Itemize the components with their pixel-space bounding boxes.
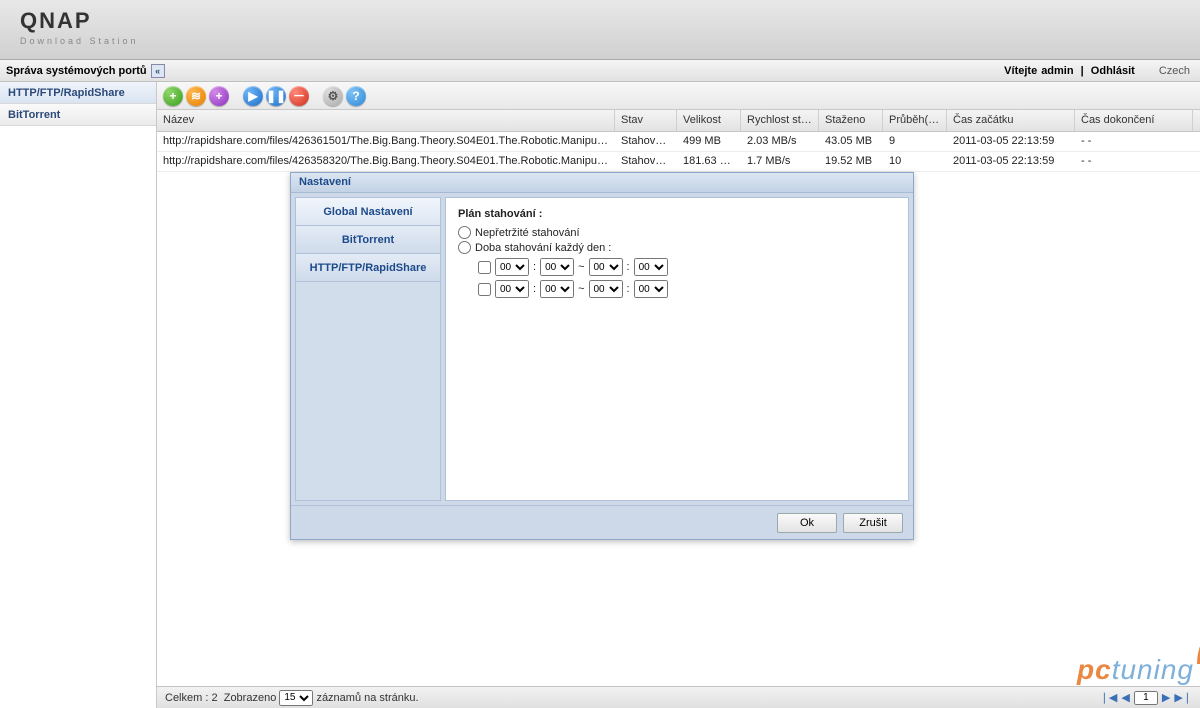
dialog-nav-http-ftp-rapidshare[interactable]: HTTP/FTP/RapidShare	[296, 254, 440, 282]
time-row1-hh1[interactable]: 00	[495, 258, 529, 276]
dialog-nav-global[interactable]: Global Nastavení	[296, 198, 440, 226]
settings-icon[interactable]: ⚙	[323, 86, 343, 106]
cell-prog: 10	[883, 152, 947, 171]
col-speed[interactable]: Rychlost stahov...	[741, 110, 819, 131]
sidebar-item-http-ftp-rapidshare[interactable]: HTTP/FTP/RapidShare	[0, 82, 156, 104]
cell-name: http://rapidshare.com/files/426361501/Th…	[157, 132, 615, 151]
pager: ❘◀ ◀ ▶ ▶❘	[1100, 691, 1192, 705]
logout-link[interactable]: Odhlásit	[1091, 65, 1135, 77]
sidebar: HTTP/FTP/RapidShare BitTorrent	[0, 82, 157, 708]
radio-daily[interactable]	[458, 241, 471, 254]
top-bar: Správa systémových portů « Vítejte admin…	[0, 60, 1200, 82]
settings-dialog: Nastavení Global Nastavení BitTorrent HT…	[290, 172, 914, 540]
rss-icon[interactable]: ≋	[186, 86, 206, 106]
pager-last-icon[interactable]: ▶❘	[1174, 691, 1192, 704]
time-row2-hh1[interactable]: 00	[495, 280, 529, 298]
time-row1-enable[interactable]	[478, 261, 491, 274]
cell-start: 2011-03-05 22:13:59	[947, 132, 1075, 151]
current-user: admin	[1041, 65, 1073, 77]
stop-icon[interactable]: －	[289, 86, 309, 106]
total-label: Celkem :	[165, 692, 208, 704]
time-row2-mm2[interactable]: 00	[634, 280, 668, 298]
status-bar: Celkem : 2 Zobrazeno 15 záznamů na strán…	[157, 686, 1200, 708]
cell-speed: 2.03 MB/s	[741, 132, 819, 151]
cell-prog: 9	[883, 132, 947, 151]
cell-status: Stahování	[615, 132, 677, 151]
shown-label: Zobrazeno	[224, 692, 277, 704]
time-row1-hh2[interactable]: 00	[589, 258, 623, 276]
col-start-time[interactable]: Čas začátku	[947, 110, 1075, 131]
col-size[interactable]: Velikost	[677, 110, 741, 131]
col-progress[interactable]: Průběh(%)	[883, 110, 947, 131]
dialog-nav: Global Nastavení BitTorrent HTTP/FTP/Rap…	[295, 197, 441, 501]
cell-down: 19.52 MB	[819, 152, 883, 171]
grid-header: Název Stav Velikost Rychlost stahov... S…	[157, 110, 1200, 132]
brand-logo: QNAP	[20, 8, 1180, 34]
radio-daily-label: Doba stahování každý den :	[475, 242, 611, 254]
cell-status: Stahování	[615, 152, 677, 171]
col-name[interactable]: Název	[157, 110, 615, 131]
pager-first-icon[interactable]: ❘◀	[1100, 691, 1118, 704]
pager-next-icon[interactable]: ▶	[1162, 691, 1170, 704]
dialog-nav-bittorrent[interactable]: BitTorrent	[296, 226, 440, 254]
ok-button[interactable]: Ok	[777, 513, 837, 533]
dialog-title: Nastavení	[291, 173, 913, 193]
cell-speed: 1.7 MB/s	[741, 152, 819, 171]
col-end-time[interactable]: Čas dokončení	[1075, 110, 1193, 131]
time-row1-mm2[interactable]: 00	[634, 258, 668, 276]
schedule-title: Plán stahování :	[458, 208, 896, 220]
page-size-select[interactable]: 15	[279, 690, 313, 706]
dialog-content: Plán stahování : Nepřetržité stahování D…	[445, 197, 909, 501]
pause-icon[interactable]: ❚❚	[266, 86, 286, 106]
cell-down: 43.05 MB	[819, 132, 883, 151]
time-row2-hh2[interactable]: 00	[589, 280, 623, 298]
cell-end: - -	[1075, 152, 1193, 171]
cell-name: http://rapidshare.com/files/426358320/Th…	[157, 152, 615, 171]
grid-body: http://rapidshare.com/files/426361501/Th…	[157, 132, 1200, 172]
play-icon[interactable]: ▶	[243, 86, 263, 106]
total-count: 2	[211, 692, 217, 704]
col-downloaded[interactable]: Staženo	[819, 110, 883, 131]
panel-title: Správa systémových portů	[6, 65, 147, 77]
cell-size: 499 MB	[677, 132, 741, 151]
collapse-sidebar-icon[interactable]: «	[151, 64, 165, 78]
welcome-prefix: Vítejte	[1004, 65, 1037, 77]
radio-continuous-label: Nepřetržité stahování	[475, 227, 580, 239]
app-header: QNAP Download Station	[0, 0, 1200, 60]
dialog-footer: Ok Zrušit	[291, 505, 913, 539]
time-row2-enable[interactable]	[478, 283, 491, 296]
cell-size: 181.63 MB	[677, 152, 741, 171]
add-icon[interactable]: +	[163, 86, 183, 106]
toolbar: + ≋ + ▶ ❚❚ － ⚙ ?	[157, 82, 1200, 110]
cancel-button[interactable]: Zrušit	[843, 513, 903, 533]
cell-start: 2011-03-05 22:13:59	[947, 152, 1075, 171]
brand-subtitle: Download Station	[20, 36, 1180, 46]
language-selector[interactable]: Czech	[1159, 65, 1190, 77]
radio-continuous[interactable]	[458, 226, 471, 239]
table-row[interactable]: http://rapidshare.com/files/426361501/Th…	[157, 132, 1200, 152]
sidebar-item-bittorrent[interactable]: BitTorrent	[0, 104, 156, 126]
pager-prev-icon[interactable]: ◀	[1121, 691, 1129, 704]
col-status[interactable]: Stav	[615, 110, 677, 131]
time-row1-mm1[interactable]: 00	[540, 258, 574, 276]
help-icon[interactable]: ?	[346, 86, 366, 106]
pager-page-input[interactable]	[1134, 691, 1158, 705]
status-suffix: záznamů na stránku.	[316, 692, 418, 704]
time-row2-mm1[interactable]: 00	[540, 280, 574, 298]
table-row[interactable]: http://rapidshare.com/files/426358320/Th…	[157, 152, 1200, 172]
add-url-icon[interactable]: +	[209, 86, 229, 106]
cell-end: - -	[1075, 132, 1193, 151]
